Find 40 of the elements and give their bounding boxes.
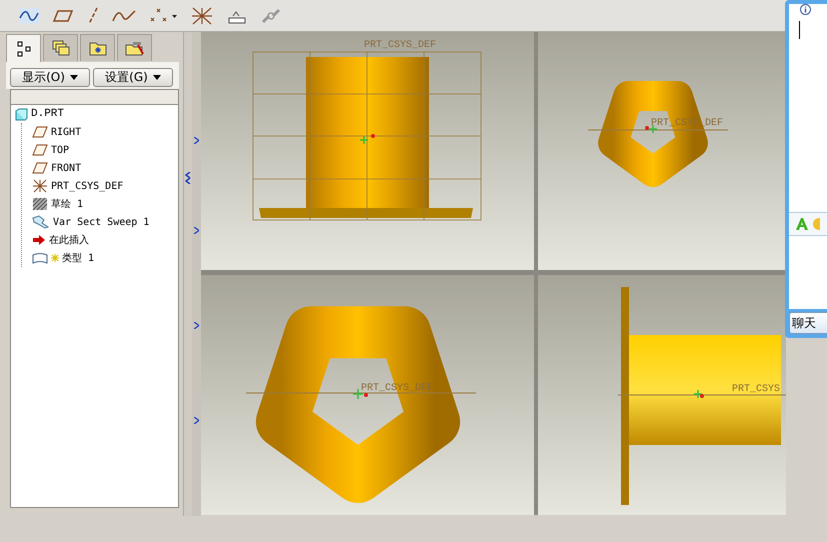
tree-item[interactable]: 类型 1 <box>22 249 178 267</box>
sweep-icon <box>32 215 50 229</box>
asterisk-icon <box>51 254 59 262</box>
cube-icon <box>15 108 28 120</box>
tree-item[interactable]: 草绘 1 <box>22 195 178 213</box>
folder-hammer-icon <box>124 40 144 56</box>
csys-marker-icon <box>645 124 658 134</box>
tree-item[interactable]: TOP <box>22 141 178 159</box>
surface-icon <box>32 252 48 264</box>
layers-icon <box>52 40 70 56</box>
text-cursor <box>799 21 800 39</box>
csys-label: PRT_CSYS <box>732 384 780 395</box>
plane-icon <box>32 162 48 174</box>
collapse-arrows-icon <box>185 172 191 184</box>
csys-icon[interactable] <box>190 6 214 24</box>
arrow-icon <box>32 234 46 246</box>
folder-icon <box>88 40 106 56</box>
csys-label: PRT_CSYS_DEF <box>364 40 436 51</box>
chat-button[interactable]: 聊天 <box>789 312 827 334</box>
tree-icon <box>16 41 30 57</box>
model-viewport[interactable]: PRT_CSYS <box>538 275 786 515</box>
tree-item[interactable]: Var Sect Sweep 1 <box>22 213 178 231</box>
panel-tab[interactable] <box>6 34 41 63</box>
font-icon[interactable] <box>795 217 809 231</box>
caret-icon <box>70 75 78 80</box>
plane-icon <box>32 144 48 156</box>
sketch-icon <box>32 197 48 211</box>
tree-item[interactable]: FRONT <box>22 159 178 177</box>
caret-icon <box>152 75 161 80</box>
tree-item[interactable]: 在此插入 <box>22 231 178 249</box>
dropdown-button[interactable]: 设置(G) <box>93 68 173 87</box>
curve-icon[interactable] <box>18 6 40 24</box>
plane-icon <box>32 126 48 138</box>
tree-item[interactable]: D.PRT <box>11 105 178 123</box>
tree-item[interactable]: RIGHT <box>22 123 178 141</box>
csys-marker-icon <box>693 389 704 399</box>
csys-icon <box>32 179 48 193</box>
csys-marker-icon <box>359 134 375 145</box>
tree-item[interactable]: PRT_CSYS_DEF <box>22 177 178 195</box>
dropdown-button[interactable]: 显示(O) <box>10 68 90 87</box>
